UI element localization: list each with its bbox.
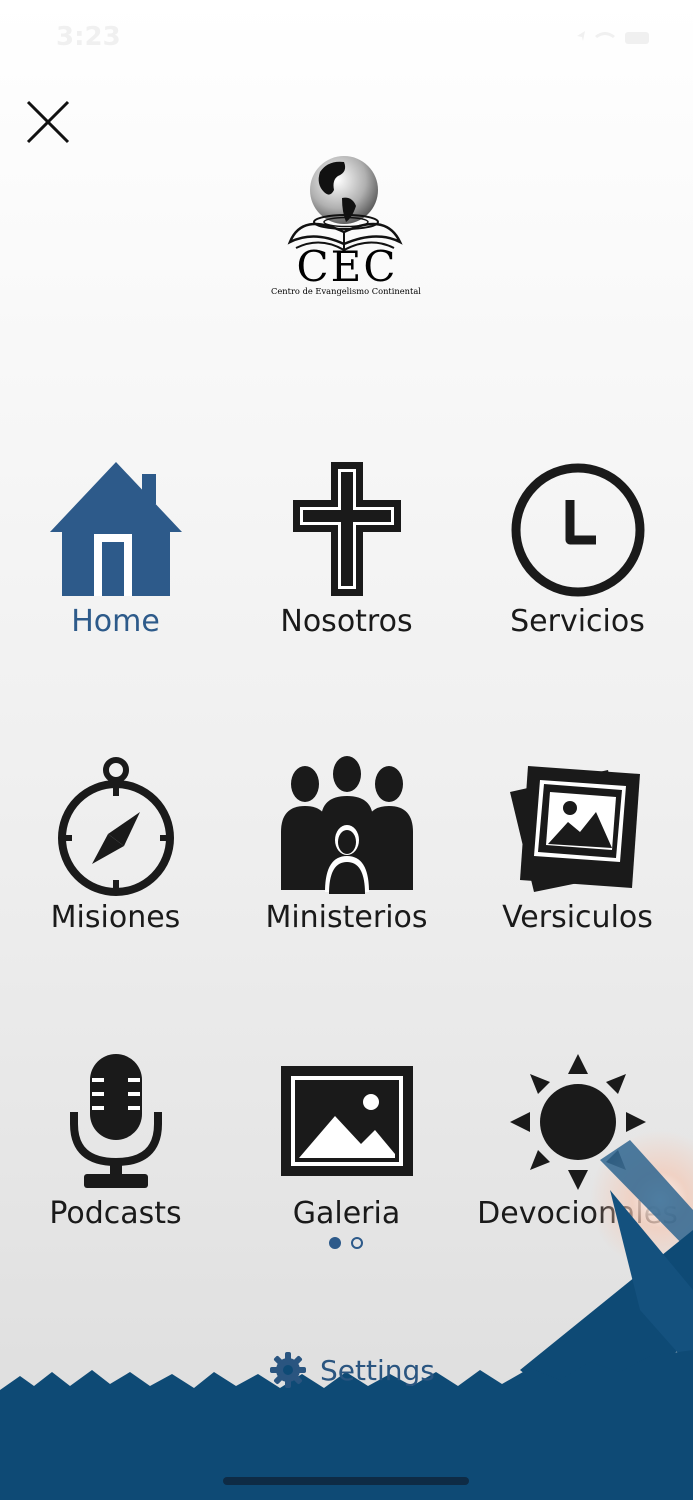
menu-label-nosotros: Nosotros [280, 604, 413, 639]
menu-item-versiculos[interactable]: Versiculos [462, 736, 693, 966]
settings-button[interactable]: Settings [268, 1350, 435, 1390]
close-icon [26, 100, 70, 144]
menu-item-ministerios[interactable]: Ministerios [231, 736, 462, 966]
menu-item-misiones[interactable]: Misiones [0, 736, 231, 966]
pagination [329, 1237, 369, 1253]
settings-label: Settings [320, 1353, 435, 1387]
page-dot-1[interactable] [329, 1237, 341, 1249]
gear-icon [270, 1352, 306, 1388]
menu-label-ministerios: Ministerios [265, 900, 428, 935]
menu-label-versiculos: Versiculos [502, 900, 653, 935]
status-icons [577, 31, 649, 44]
menu-item-servicios[interactable]: Servicios [462, 440, 693, 670]
menu-label-servicios: Servicios [510, 604, 645, 639]
people-group-icon [280, 756, 413, 894]
status-time: 3:23 [56, 22, 121, 52]
status-bar: 3:23 [0, 0, 693, 80]
photos-icon [509, 766, 640, 892]
cec-logo: CEC [272, 150, 422, 300]
menu-item-nosotros[interactable]: Nosotros [231, 440, 462, 670]
menu-label-misiones: Misiones [50, 900, 181, 935]
menu-item-home[interactable]: Home [0, 440, 231, 670]
cross-silhouette-background [0, 1130, 693, 1500]
house-icon [49, 462, 182, 596]
cross-icon [292, 462, 401, 596]
home-indicator[interactable] [223, 1477, 469, 1485]
page-dot-2[interactable] [351, 1237, 363, 1249]
compass-icon [57, 757, 174, 896]
logo-letters: CEC [296, 242, 398, 291]
logo-tagline: Centro de Evangelismo Continental [271, 286, 421, 296]
menu-label-home: Home [71, 604, 160, 639]
clock-icon [511, 463, 644, 597]
close-button[interactable] [22, 96, 74, 148]
